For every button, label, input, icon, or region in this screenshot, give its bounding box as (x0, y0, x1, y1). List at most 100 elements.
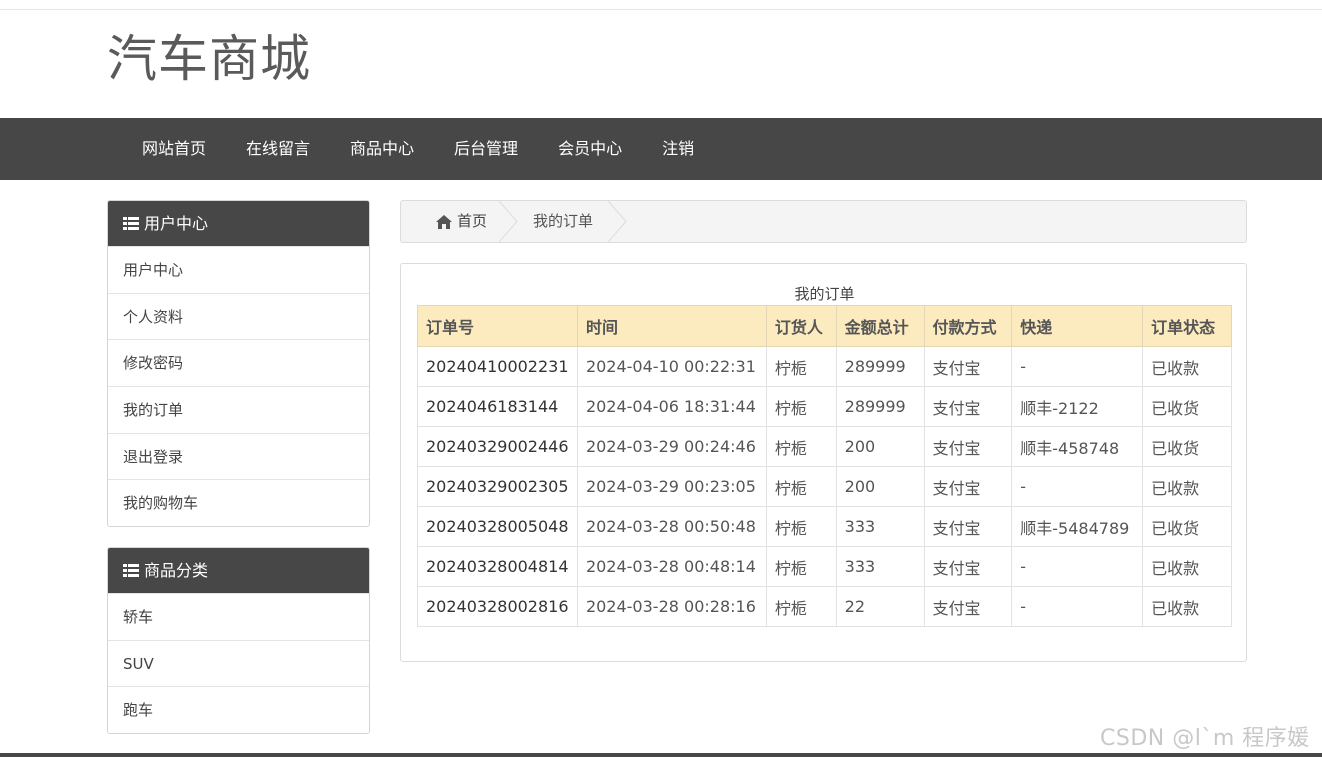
express-cell: - (1011, 546, 1144, 587)
bottom-bar (0, 753, 1322, 757)
buyer-cell: 柠栀 (765, 546, 837, 587)
list-icon (123, 217, 139, 230)
total-cell: 333 (835, 506, 925, 547)
buyer-cell: 柠栀 (765, 506, 837, 547)
watermark: CSDN @l`m 程序媛 (1100, 726, 1310, 751)
user-center-panel-header: 用户中心 (108, 201, 369, 246)
total-cell: 333 (835, 546, 925, 587)
order-no-cell: 20240410002231 (417, 346, 578, 387)
table-row: 20240328005048 2024-03-28 00:50:48 柠栀 333 支付… (417, 506, 1232, 547)
category-item-sedan[interactable]: 轿车 (108, 593, 369, 640)
table-row: 20240329002446 2024-03-29 00:24:46 柠栀 200 支付… (417, 426, 1232, 467)
orders-body: 20240410002231 2024-04-10 00:22:31 柠栀 28999… (417, 346, 1232, 627)
nav-item-products[interactable]: 商品中心 (330, 118, 434, 180)
nav-list: 网站首页 在线留言 商品中心 后台管理 会员中心 注销 (122, 118, 714, 180)
table-row: 2024046183144 2024-04-06 18:31:44 柠栀 289999… (417, 386, 1232, 427)
user-center-panel-title: 用户中心 (144, 214, 209, 233)
buyer-cell: 柠栀 (765, 426, 837, 467)
payment-cell: 支付宝 (923, 546, 1013, 587)
order-no-cell: 20240328004814 (417, 546, 578, 587)
buyer-cell: 柠栀 (765, 586, 837, 627)
sidebar-item-cart[interactable]: 我的购物车 (108, 479, 369, 526)
order-no-cell: 20240329002305 (417, 466, 578, 507)
col-header-time: 时间 (576, 305, 767, 347)
total-cell: 200 (835, 466, 925, 507)
payment-cell: 支付宝 (923, 346, 1013, 387)
payment-cell: 支付宝 (923, 586, 1013, 627)
category-panel-header: 商品分类 (108, 548, 369, 593)
sidebar-item-user-center[interactable]: 用户中心 (108, 246, 369, 293)
top-divider (0, 9, 1322, 10)
total-cell: 289999 (835, 386, 925, 427)
list-icon (123, 564, 139, 577)
category-panel-title: 商品分类 (144, 561, 209, 580)
breadcrumb-home[interactable]: 首页 (435, 201, 487, 242)
payment-cell: 支付宝 (923, 386, 1013, 427)
express-cell: - (1011, 586, 1144, 627)
category-item-suv[interactable]: SUV (108, 639, 369, 687)
order-no-cell: 2024046183144 (417, 386, 578, 427)
nav-item-admin[interactable]: 后台管理 (434, 118, 538, 180)
sidebar-item-sign-out[interactable]: 退出登录 (108, 432, 369, 480)
express-cell: 顺丰-5484789 (1011, 506, 1144, 547)
nav-item-logout[interactable]: 注销 (642, 118, 714, 180)
status-cell: 已收款 (1142, 546, 1232, 587)
express-cell: 顺丰-458748 (1011, 426, 1144, 467)
order-no-cell: 20240329002446 (417, 426, 578, 467)
time-cell: 2024-03-28 00:50:48 (576, 506, 767, 547)
orders-header-row: 订单号 时间 订货人 金额总计 付款方式 快递 订单状态 (417, 305, 1232, 347)
sidebar-item-my-orders[interactable]: 我的订单 (108, 386, 369, 433)
express-cell: - (1011, 466, 1144, 507)
sidebar-item-profile[interactable]: 个人资料 (108, 292, 369, 340)
status-cell: 已收货 (1142, 426, 1232, 467)
buyer-cell: 柠栀 (765, 466, 837, 507)
user-center-panel: 用户中心 用户中心 个人资料 修改密码 我的订单 退出登录 我的购物车 (107, 200, 370, 527)
buyer-cell: 柠栀 (765, 386, 837, 427)
col-header-payment: 付款方式 (923, 305, 1013, 347)
orders-table: 订单号 时间 订货人 金额总计 付款方式 快递 订单状态 20240410002… (417, 305, 1232, 627)
order-no-cell: 20240328005048 (417, 506, 578, 547)
breadcrumb-separator-icon (608, 201, 627, 242)
time-cell: 2024-04-06 18:31:44 (576, 386, 767, 427)
status-cell: 已收款 (1142, 466, 1232, 507)
category-item-sports-car[interactable]: 跑车 (108, 686, 369, 733)
breadcrumb-current: 我的订单 (533, 212, 594, 230)
col-header-order-no: 订单号 (417, 305, 578, 347)
express-cell: 顺丰-2122 (1011, 386, 1144, 427)
breadcrumb-separator-icon (499, 201, 518, 242)
payment-cell: 支付宝 (923, 466, 1013, 507)
table-row: 20240328002816 2024-03-28 00:28:16 柠栀 22 支付宝… (417, 586, 1232, 627)
buyer-cell: 柠栀 (765, 346, 837, 387)
total-cell: 22 (835, 586, 925, 627)
time-cell: 2024-03-28 00:48:14 (576, 546, 767, 587)
col-header-buyer: 订货人 (765, 305, 837, 347)
payment-cell: 支付宝 (923, 426, 1013, 467)
status-cell: 已收货 (1142, 386, 1232, 427)
total-cell: 200 (835, 426, 925, 467)
sidebar-item-change-password[interactable]: 修改密码 (108, 339, 369, 386)
status-cell: 已收款 (1142, 586, 1232, 627)
orders-panel: 我的订单 订单号 时间 订货人 金额总计 付款方式 快递 订单状态 202404… (400, 263, 1247, 662)
breadcrumb: 首页 我的订单 (400, 200, 1247, 243)
status-cell: 已收货 (1142, 506, 1232, 547)
nav-item-home[interactable]: 网站首页 (122, 118, 226, 180)
table-row: 20240328004814 2024-03-28 00:48:14 柠栀 333 支付… (417, 546, 1232, 587)
nav-item-messages[interactable]: 在线留言 (226, 118, 330, 180)
status-cell: 已收款 (1142, 346, 1232, 387)
col-header-total: 金额总计 (835, 305, 925, 347)
site-title: 汽车商城 (107, 30, 311, 88)
table-row: 20240410002231 2024-04-10 00:22:31 柠栀 28999… (417, 346, 1232, 387)
col-header-status: 订单状态 (1142, 305, 1232, 347)
time-cell: 2024-03-29 00:24:46 (576, 426, 767, 467)
time-cell: 2024-04-10 00:22:31 (576, 346, 767, 387)
payment-cell: 支付宝 (923, 506, 1013, 547)
nav-item-member[interactable]: 会员中心 (538, 118, 642, 180)
home-icon (436, 214, 452, 229)
table-row: 20240329002305 2024-03-29 00:23:05 柠栀 200 支付… (417, 466, 1232, 507)
express-cell: - (1011, 346, 1144, 387)
breadcrumb-home-label: 首页 (457, 212, 488, 230)
col-header-express: 快递 (1011, 305, 1144, 347)
order-no-cell: 20240328002816 (417, 586, 578, 627)
main-navbar: 网站首页 在线留言 商品中心 后台管理 会员中心 注销 (0, 118, 1322, 180)
total-cell: 289999 (835, 346, 925, 387)
